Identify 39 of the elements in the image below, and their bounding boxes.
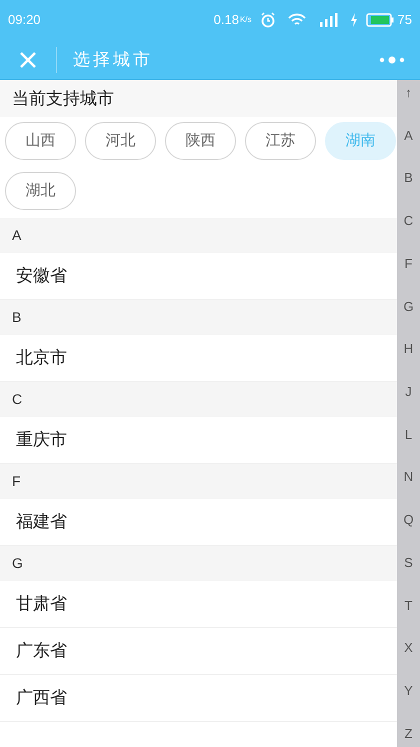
index-letter[interactable]: H [404,338,414,360]
index-letter[interactable]: Z [404,722,412,745]
letter-label: C [12,390,22,409]
charging-icon [350,13,358,27]
page-title: 选择城市 [73,48,153,71]
province-chip[interactable]: 湖北 [5,172,76,210]
letter-label: G [12,554,23,573]
index-letter[interactable]: B [404,167,413,190]
more-icon [379,56,405,64]
alarm-icon [260,12,276,28]
index-letter[interactable]: Y [404,680,413,702]
battery-percent: 75 [398,11,412,30]
province-chip[interactable]: 陕西 [165,122,236,160]
index-letter[interactable]: X [404,637,413,660]
index-letter[interactable]: ↑ [405,82,412,104]
index-letter[interactable]: J [405,381,412,404]
index-letter[interactable]: Q [403,509,414,532]
province-chip[interactable]: 河北 [85,122,156,160]
index-letter[interactable]: A [404,124,413,147]
index-letter[interactable]: C [404,210,414,232]
clock-time: 09:20 [8,11,41,30]
speed-unit: K/s [240,14,252,26]
signal-icon [318,13,338,27]
index-letter[interactable]: G [403,296,414,318]
wifi-icon [288,13,306,27]
index-letter[interactable]: N [404,466,414,488]
province-chip[interactable]: 山西 [5,122,76,160]
battery-icon [366,13,394,27]
letter-label: B [12,308,22,327]
index-letter[interactable]: T [404,594,412,617]
province-chip[interactable]: 江苏 [245,122,316,160]
network-speed: 0.18 [214,11,239,30]
letter-label: A [12,226,22,245]
close-icon [19,50,37,68]
letter-label: F [12,472,21,491]
index-letter[interactable]: L [404,424,412,446]
section-title: 当前支持城市 [12,88,114,110]
index-letter[interactable]: S [404,552,413,574]
index-letter[interactable]: F [404,252,412,275]
